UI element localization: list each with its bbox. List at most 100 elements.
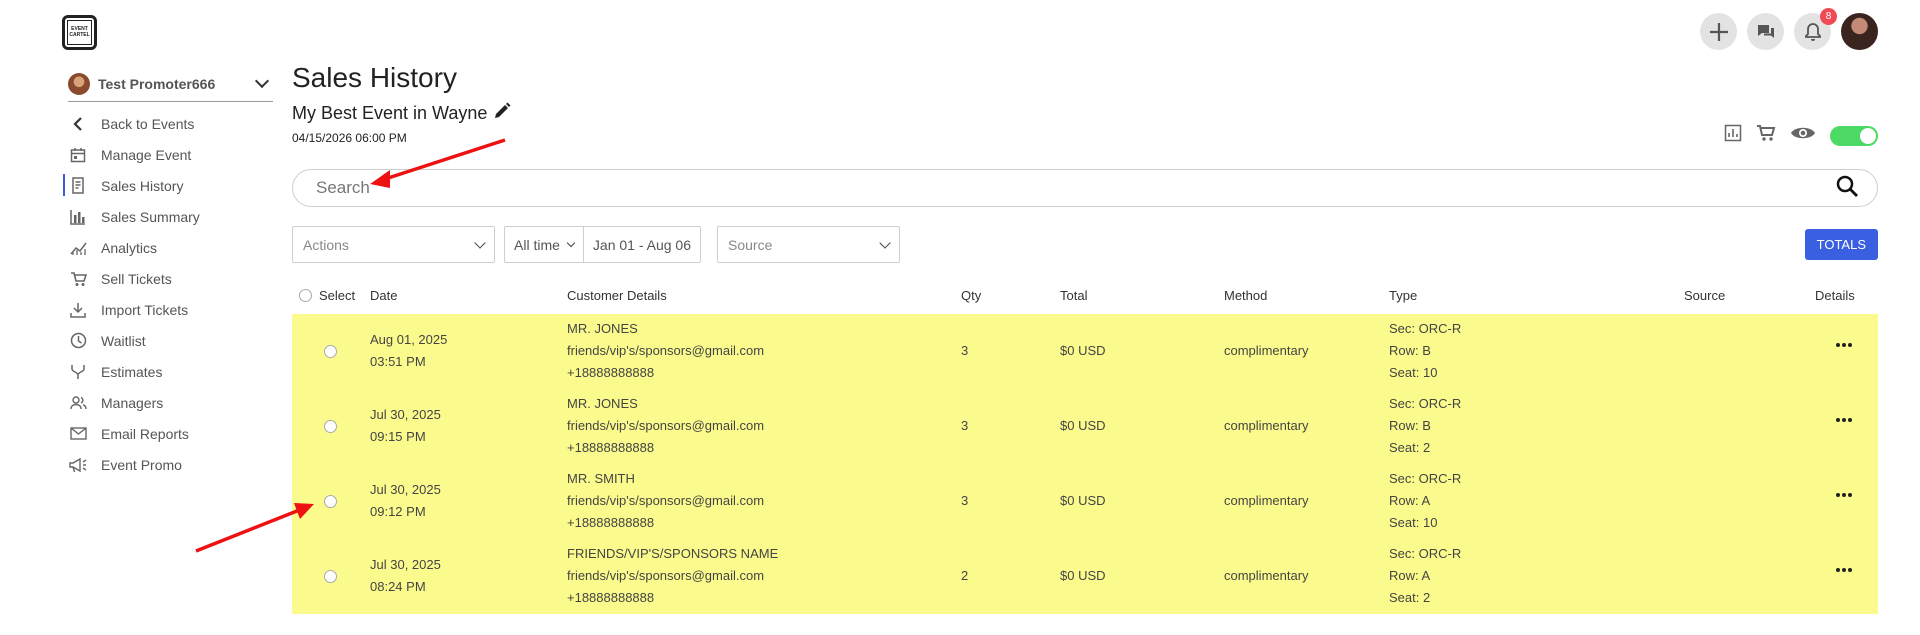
chevron-left-icon <box>68 114 88 134</box>
sidebar-item-waitlist[interactable]: Waitlist <box>68 325 273 356</box>
header-method: Method <box>1224 288 1268 303</box>
search-input[interactable] <box>316 178 1835 198</box>
select-all-radio[interactable] <box>299 289 312 302</box>
cart-icon[interactable] <box>1756 124 1776 147</box>
sidebar-item-manage-event[interactable]: Manage Event <box>68 139 273 170</box>
more-options-icon[interactable] <box>1836 568 1852 572</box>
more-options-icon[interactable] <box>1836 343 1852 347</box>
cart-icon <box>68 269 88 289</box>
row-select-radio[interactable] <box>324 345 337 358</box>
customer-email: friends/vip's/sponsors@gmail.com <box>567 418 765 433</box>
type-cell: Sec: ORC-R Row: A Seat: 10 <box>1389 468 1461 534</box>
actions-select[interactable]: Actions <box>292 226 495 263</box>
type-row: Row: A <box>1389 568 1431 583</box>
actions-placeholder: Actions <box>303 236 349 253</box>
sidebar-item-label: Back to Events <box>101 115 195 132</box>
report-icon[interactable] <box>1724 124 1742 147</box>
clock-icon <box>68 331 88 351</box>
date-cell: Jul 30, 2025 08:24 PM <box>370 554 441 598</box>
eye-icon[interactable] <box>1790 125 1816 146</box>
edit-pencil-icon[interactable] <box>493 102 511 125</box>
organization-selector[interactable]: Test Promoter666 <box>68 70 273 102</box>
customer-cell: MR. JONES friends/vip's/sponsors@gmail.c… <box>567 393 764 459</box>
visibility-toggle[interactable] <box>1830 125 1878 146</box>
event-name: My Best Event in Wayne <box>292 103 488 123</box>
more-options-icon[interactable] <box>1836 418 1852 422</box>
date-cell: Jul 30, 2025 09:12 PM <box>370 479 441 523</box>
chevron-down-icon <box>254 73 270 88</box>
customer-phone: +18888888888 <box>567 515 655 530</box>
row-select-radio[interactable] <box>324 495 337 508</box>
source-select[interactable]: Source <box>717 226 900 263</box>
type-section: Sec: ORC-R <box>1389 471 1462 486</box>
row-select-radio[interactable] <box>324 570 337 583</box>
sidebar-item-event-promo[interactable]: Event Promo <box>68 449 273 480</box>
chevron-down-icon <box>474 236 486 249</box>
customer-cell: FRIENDS/VIP'S/SPONSORS NAME friends/vip'… <box>567 543 778 609</box>
type-row: Row: B <box>1389 343 1431 358</box>
header-total: Total <box>1060 288 1088 303</box>
row-select-radio[interactable] <box>324 420 337 433</box>
customer-phone: +18888888888 <box>567 590 655 605</box>
sidebar-item-sales-summary[interactable]: Sales Summary <box>68 201 273 232</box>
type-section: Sec: ORC-R <box>1389 321 1462 336</box>
header-date[interactable]: Date <box>370 288 397 303</box>
page-title: Sales History <box>292 62 457 93</box>
sidebar-item-analytics[interactable]: Analytics <box>68 232 273 263</box>
bell-icon <box>1804 22 1821 41</box>
chevron-down-icon <box>566 238 576 248</box>
people-icon <box>68 393 88 413</box>
sidebar-item-sales-history[interactable]: Sales History <box>63 170 273 201</box>
table-row: Jul 30, 2025 09:12 PM MR. SMITH friends/… <box>292 464 1878 539</box>
date-range-value: Jan 01 - Aug 06 <box>592 236 691 253</box>
notifications-button[interactable]: 8 <box>1794 8 1837 50</box>
search-icon[interactable] <box>1835 174 1859 203</box>
qty-cell: 3 <box>961 418 969 433</box>
more-options-icon[interactable] <box>1836 493 1852 497</box>
method-cell: complimentary <box>1224 568 1309 583</box>
sidebar-item-estimates[interactable]: Estimates <box>68 356 273 387</box>
sidebar-item-email-reports[interactable]: Email Reports <box>68 418 273 449</box>
header-qty: Qty <box>961 288 982 303</box>
bar-chart-icon <box>68 207 88 227</box>
add-button[interactable] <box>1700 13 1737 50</box>
user-avatar[interactable] <box>1841 13 1878 50</box>
logo-mark: EVENT CARTEL <box>67 20 92 45</box>
app-logo[interactable]: EVENT CARTEL <box>62 15 97 50</box>
type-seat: Seat: 10 <box>1389 365 1438 380</box>
customer-name: FRIENDS/VIP'S/SPONSORS NAME <box>567 546 779 561</box>
date-range-picker[interactable]: Jan 01 - Aug 06 <box>582 227 700 262</box>
chevron-down-icon <box>879 236 891 249</box>
sale-time: 09:15 PM <box>370 429 426 444</box>
search-bar <box>292 169 1878 207</box>
qty-cell: 3 <box>961 343 969 358</box>
main-content: Sales History My Best Event in Wayne 04/… <box>292 62 1878 614</box>
sidebar-item-sell-tickets[interactable]: Sell Tickets <box>68 263 273 294</box>
analytics-icon <box>68 238 88 258</box>
total-cell: $0 USD <box>1060 568 1106 583</box>
customer-cell: MR. JONES friends/vip's/sponsors@gmail.c… <box>567 318 764 384</box>
merge-icon <box>68 362 88 382</box>
total-cell: $0 USD <box>1060 343 1106 358</box>
customer-phone: +18888888888 <box>567 440 655 455</box>
header-source: Source <box>1684 288 1726 303</box>
time-range-select[interactable]: All time <box>505 227 583 262</box>
date-cell: Aug 01, 2025 03:51 PM <box>370 329 447 373</box>
receipt-icon <box>68 176 88 196</box>
customer-email: friends/vip's/sponsors@gmail.com <box>567 568 765 583</box>
sale-time: 03:51 PM <box>370 354 426 369</box>
sidebar-item-back-to-events[interactable]: Back to Events <box>68 108 273 139</box>
sidebar-item-label: Waitlist <box>101 332 146 349</box>
date-filter: All time Jan 01 - Aug 06 <box>504 226 701 263</box>
messages-button[interactable] <box>1747 13 1784 50</box>
qty-cell: 3 <box>961 493 969 508</box>
total-cell: $0 USD <box>1060 418 1106 433</box>
table-header: Select Date Customer Details Qty Total M… <box>292 284 1878 308</box>
sidebar-item-managers[interactable]: Managers <box>68 387 273 418</box>
totals-button[interactable]: TOTALS <box>1804 229 1878 260</box>
sidebar-item-import-tickets[interactable]: Import Tickets <box>68 294 273 325</box>
header-select: Select <box>319 288 356 303</box>
method-cell: complimentary <box>1224 343 1309 358</box>
customer-phone: +18888888888 <box>567 365 655 380</box>
sale-time: 08:24 PM <box>370 579 426 594</box>
